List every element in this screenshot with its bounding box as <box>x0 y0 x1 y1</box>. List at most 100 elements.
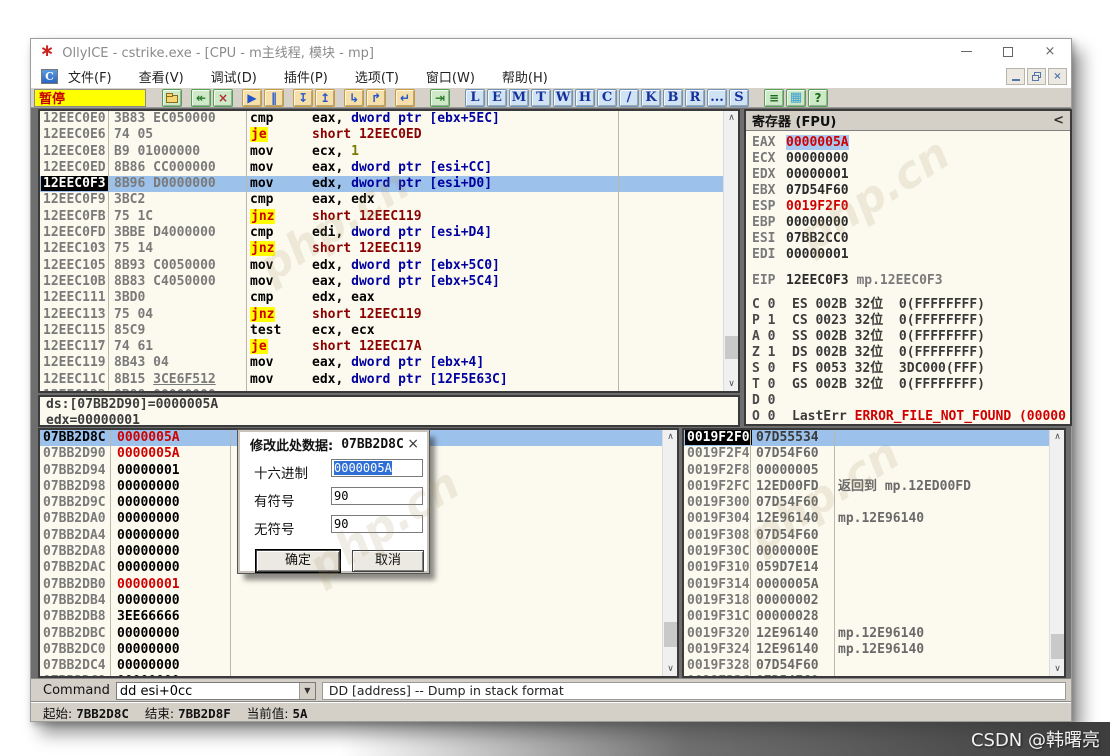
disasm-row[interactable]: 12EEC11C 8B15 3CE6F512 mov edx, dword pt… <box>40 372 738 388</box>
view-cpu-button[interactable]: C <box>597 89 617 107</box>
menu-file[interactable]: 文件(F) <box>68 67 112 86</box>
dump-row[interactable]: 07BB2DB4 00000000 <box>40 593 677 609</box>
help-button[interactable]: ? <box>808 89 828 107</box>
stack-row[interactable]: 0019F2F8 00000005 <box>684 463 1064 479</box>
flag-row[interactable]: C 0ES 002B 32位 0(FFFFFFFF) <box>752 297 1070 313</box>
view-memory-button[interactable]: M <box>509 89 529 107</box>
ok-button[interactable]: 确定 <box>256 550 340 572</box>
disasm-row[interactable]: 12EEC0FB ˇ 75 1C jnz short 12EEC119 <box>40 209 738 225</box>
dump-row[interactable]: 07BB2DB8 3EE66666 <box>40 609 677 625</box>
stack-row[interactable]: 0019F320 12E96140 mp.12E96140 <box>684 626 1064 642</box>
field-input[interactable]: 90 <box>331 515 423 533</box>
close-program-button[interactable]: × <box>213 89 233 107</box>
disasm-row[interactable]: 12EEC122 8B88 00000000 <box>40 388 738 393</box>
stack-row[interactable]: 0019F324 12E96140 mp.12E96140 <box>684 642 1064 658</box>
stack-row[interactable]: 0019F2FC 12ED00FD 返回到 mp.12ED00FD <box>684 479 1064 495</box>
stack-row[interactable]: 0019F2F0 07D55534 <box>684 430 1064 446</box>
disasm-row[interactable]: 12EEC115 85C9 test ecx, ecx <box>40 323 738 339</box>
EDX[interactable]: EDX00000001 <box>752 167 1070 183</box>
flag-row[interactable]: T 0GS 002B 32位 0(FFFFFFFF) <box>752 377 1070 393</box>
disasm-scroll-thumb[interactable] <box>725 336 738 359</box>
view-log-button[interactable]: L <box>465 89 485 107</box>
flag-row[interactable]: Z 1DS 002B 32位 0(FFFFFFFF) <box>752 345 1070 361</box>
view-references-button[interactable]: R <box>685 89 705 107</box>
close-button[interactable]: × <box>1029 39 1071 64</box>
animate-into-button[interactable]: ↳ <box>344 89 364 107</box>
disasm-row[interactable]: 12EEC0F9 3BC2 cmp eax, edx <box>40 192 738 208</box>
view-patches-button[interactable]: / <box>619 89 639 107</box>
stack-scrollbar[interactable]: ∧ ∨ <box>1049 430 1064 676</box>
disasm-row[interactable]: 12EEC0FD 3BBE D4000000 cmp edi, dword pt… <box>40 225 738 241</box>
disasm-row[interactable]: 12EEC0E8 B9 01000000 mov ecx, 1 <box>40 144 738 160</box>
scroll-down-icon[interactable]: ∨ <box>663 662 678 676</box>
pause-button[interactable]: ‖ <box>264 89 284 107</box>
scroll-up-icon[interactable]: ∧ <box>663 430 678 444</box>
disasm-row[interactable]: 12EEC0F3 8B96 D0000000 mov edx, dword pt… <box>40 176 738 192</box>
EBP[interactable]: EBP00000000 <box>752 215 1070 231</box>
menu-view[interactable]: 查看(V) <box>139 67 184 86</box>
dump-row[interactable]: 07BB2DB0 00000001 <box>40 577 677 593</box>
stack-row[interactable]: 0019F2F4 07D54F60 <box>684 446 1064 462</box>
dump-row[interactable]: 07BB2DC4 00000000 <box>40 658 677 674</box>
scroll-down-icon[interactable]: ∨ <box>1050 662 1065 676</box>
disasm-row[interactable]: 12EEC0E0 3B83 EC050000 cmp eax, dword pt… <box>40 111 738 127</box>
disasm-row[interactable]: 12EEC0E6 ˇ 74 05 je short 12EEC0ED <box>40 127 738 143</box>
title-bar[interactable]: ∗ OllyICE - cstrike.exe - [CPU - m主线程, 模… <box>31 39 1071 64</box>
field-input[interactable]: 0000005A <box>331 459 423 477</box>
disasm-row[interactable]: 12EEC111 3BD0 cmp edx, eax <box>40 290 738 306</box>
command-combobox[interactable]: dd esi+0cc ▼ <box>116 682 316 700</box>
scroll-down-icon[interactable]: ∨ <box>724 377 739 391</box>
stack-row[interactable]: 0019F314 0000005A <box>684 577 1064 593</box>
disasm-row[interactable]: 12EEC10B 8B83 C4050000 mov eax, dword pt… <box>40 274 738 290</box>
flag-row[interactable]: S 0FS 0053 32位 3DC000(FFF) <box>752 361 1070 377</box>
cancel-button[interactable]: 取消 <box>352 550 424 572</box>
view-call-stack-button[interactable]: K <box>641 89 661 107</box>
restart-button[interactable]: ↞ <box>191 89 211 107</box>
dump-scrollbar[interactable]: ∧ ∨ <box>662 430 677 676</box>
scroll-up-icon[interactable]: ∧ <box>724 111 739 125</box>
stack-row[interactable]: 0019F30C 0000000E <box>684 544 1064 560</box>
animate-over-button[interactable]: ↱ <box>366 89 386 107</box>
ESP[interactable]: ESP0019F2F0 <box>752 199 1070 215</box>
stack-scroll-thumb[interactable] <box>1051 634 1064 659</box>
view-threads-button[interactable]: T <box>531 89 551 107</box>
flag-row[interactable]: O 0LastErr ERROR_FILE_NOT_FOUND (00000 <box>752 409 1070 425</box>
stack-row[interactable]: 0019F300 07D54F60 <box>684 495 1064 511</box>
menu-plugins[interactable]: 插件(P) <box>284 67 328 86</box>
eip-row[interactable]: EIP12EEC0F3 mp.12EEC0F3 <box>752 273 1070 289</box>
go-to-address-button[interactable]: ⇥ <box>430 89 450 107</box>
dump-row[interactable]: 07BB2DC0 00000000 <box>40 642 677 658</box>
disasm-row[interactable]: 12EEC0ED 8B86 CC000000 mov eax, dword pt… <box>40 160 738 176</box>
ESI[interactable]: ESI07BB2CC0 <box>752 231 1070 247</box>
view-handles-button[interactable]: H <box>575 89 595 107</box>
step-over-button[interactable]: ↥ <box>315 89 335 107</box>
flag-row[interactable]: P 1CS 0023 32位 0(FFFFFFFF) <box>752 313 1070 329</box>
EAX[interactable]: EAX0000005A <box>752 135 1070 151</box>
open-file-button[interactable] <box>162 89 182 107</box>
stack-row[interactable]: 0019F308 07D54F60 <box>684 528 1064 544</box>
minimize-button[interactable] <box>945 39 987 64</box>
disasm-row[interactable]: 12EEC113 ˇ 75 04 jnz short 12EEC119 <box>40 307 738 323</box>
view-source-button[interactable]: S <box>729 89 749 107</box>
mdi-close-button[interactable]: × <box>1048 68 1067 85</box>
menu-debug[interactable]: 调试(D) <box>211 67 257 86</box>
appearance-button[interactable]: ▦ <box>786 89 806 107</box>
disasm-row[interactable]: 12EEC105 8B93 C0050000 mov edx, dword pt… <box>40 258 738 274</box>
field-input[interactable]: 90 <box>331 487 423 505</box>
dump-row[interactable]: 07BB2DBC 00000000 <box>40 626 677 642</box>
view-breakpoints-button[interactable]: B <box>663 89 683 107</box>
options-button[interactable]: ≡ <box>764 89 784 107</box>
flag-row[interactable]: A 0SS 002B 32位 0(FFFFFFFF) <box>752 329 1070 345</box>
view-executables-button[interactable]: E <box>487 89 507 107</box>
ECX[interactable]: ECX00000000 <box>752 151 1070 167</box>
disasm-row[interactable]: 12EEC117 ˇ 74 61 je short 12EEC17A <box>40 339 738 355</box>
flag-row[interactable]: D 0 <box>752 393 1070 409</box>
menu-options[interactable]: 选项(T) <box>355 67 399 86</box>
disasm-scrollbar[interactable]: ∧ ∨ <box>723 111 738 391</box>
stack-row[interactable]: 0019F304 12E96140 mp.12E96140 <box>684 511 1064 527</box>
command-input[interactable]: dd esi+0cc <box>120 684 192 699</box>
execute-till-return-button[interactable]: ↵ <box>395 89 415 107</box>
step-into-button[interactable]: ↧ <box>293 89 313 107</box>
EBX[interactable]: EBX07D54F60 <box>752 183 1070 199</box>
maximize-button[interactable] <box>987 39 1029 64</box>
